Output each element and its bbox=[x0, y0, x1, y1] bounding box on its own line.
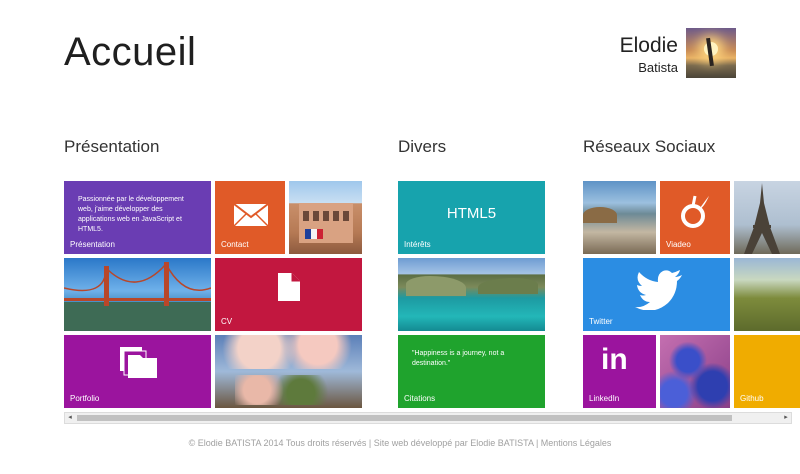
presentation-label: Présentation bbox=[70, 240, 115, 249]
avatar[interactable] bbox=[686, 28, 736, 78]
citations-label: Citations bbox=[404, 394, 436, 403]
linkedin-tile[interactable]: in LinkedIn bbox=[583, 335, 656, 408]
github-tile[interactable]: Github bbox=[734, 335, 800, 408]
user-profile[interactable]: Elodie Batista bbox=[600, 28, 736, 80]
golden-gate-photo-tile[interactable] bbox=[64, 258, 211, 331]
group-title-divers[interactable]: Divers bbox=[398, 137, 446, 157]
sea-photo-tile[interactable] bbox=[398, 258, 545, 331]
portfolio-tile[interactable]: Portfolio bbox=[64, 335, 211, 408]
folder-icon bbox=[120, 347, 157, 378]
viadeo-tile[interactable]: Viadeo bbox=[660, 181, 730, 254]
user-first-name: Elodie bbox=[619, 34, 678, 57]
portfolio-label: Portfolio bbox=[70, 394, 100, 403]
scroll-left-arrow-icon[interactable]: ◂ bbox=[65, 413, 75, 423]
scroll-right-arrow-icon[interactable]: ▸ bbox=[781, 413, 791, 423]
presentation-text: Passionnée par le développement web, j'a… bbox=[78, 196, 184, 233]
group-title-presentation[interactable]: Présentation bbox=[64, 137, 159, 157]
horizontal-scrollbar[interactable]: ◂ ▸ bbox=[64, 412, 792, 424]
citation-text: "Happiness is a journey, not a destinati… bbox=[412, 350, 505, 367]
page-title: Accueil bbox=[64, 30, 197, 74]
capitole-photo-tile[interactable] bbox=[289, 181, 362, 254]
contact-label: Contact bbox=[221, 240, 249, 249]
cv-tile[interactable]: CV bbox=[215, 258, 362, 331]
user-last-name: Batista bbox=[638, 60, 678, 75]
twitter-tile[interactable]: Twitter bbox=[583, 258, 730, 331]
linkedin-label: LinkedIn bbox=[589, 394, 620, 403]
interets-label: Intérêts bbox=[404, 240, 431, 249]
citations-tile[interactable]: "Happiness is a journey, not a destinati… bbox=[398, 335, 545, 408]
footer-text: © Elodie BATISTA 2014 Tous droits réserv… bbox=[188, 438, 612, 448]
document-icon bbox=[278, 273, 300, 301]
flowers-photo-tile[interactable] bbox=[660, 335, 730, 408]
viadeo-label: Viadeo bbox=[666, 240, 691, 249]
linkedin-icon: in bbox=[601, 343, 628, 376]
interets-tile[interactable]: HTML5 Intérêts bbox=[398, 181, 545, 254]
eiffel-photo-tile[interactable] bbox=[734, 181, 800, 254]
presentation-tile[interactable]: Passionnée par le développement web, j'a… bbox=[64, 181, 211, 254]
viadeo-icon bbox=[681, 195, 709, 228]
blossom-photo-tile[interactable] bbox=[215, 335, 362, 408]
scrollbar-thumb[interactable] bbox=[77, 415, 732, 421]
beach-photo-tile[interactable] bbox=[583, 181, 656, 254]
landscape-photo-tile[interactable] bbox=[734, 258, 800, 331]
twitter-bird-icon bbox=[635, 270, 682, 310]
cv-label: CV bbox=[221, 317, 233, 326]
group-title-reseaux-sociaux[interactable]: Réseaux Sociaux bbox=[583, 137, 715, 157]
html5-text: HTML5 bbox=[446, 205, 497, 222]
github-label: Github bbox=[740, 394, 764, 403]
contact-tile[interactable]: Contact bbox=[215, 181, 285, 254]
envelope-icon bbox=[233, 203, 269, 227]
twitter-label: Twitter bbox=[589, 317, 613, 326]
